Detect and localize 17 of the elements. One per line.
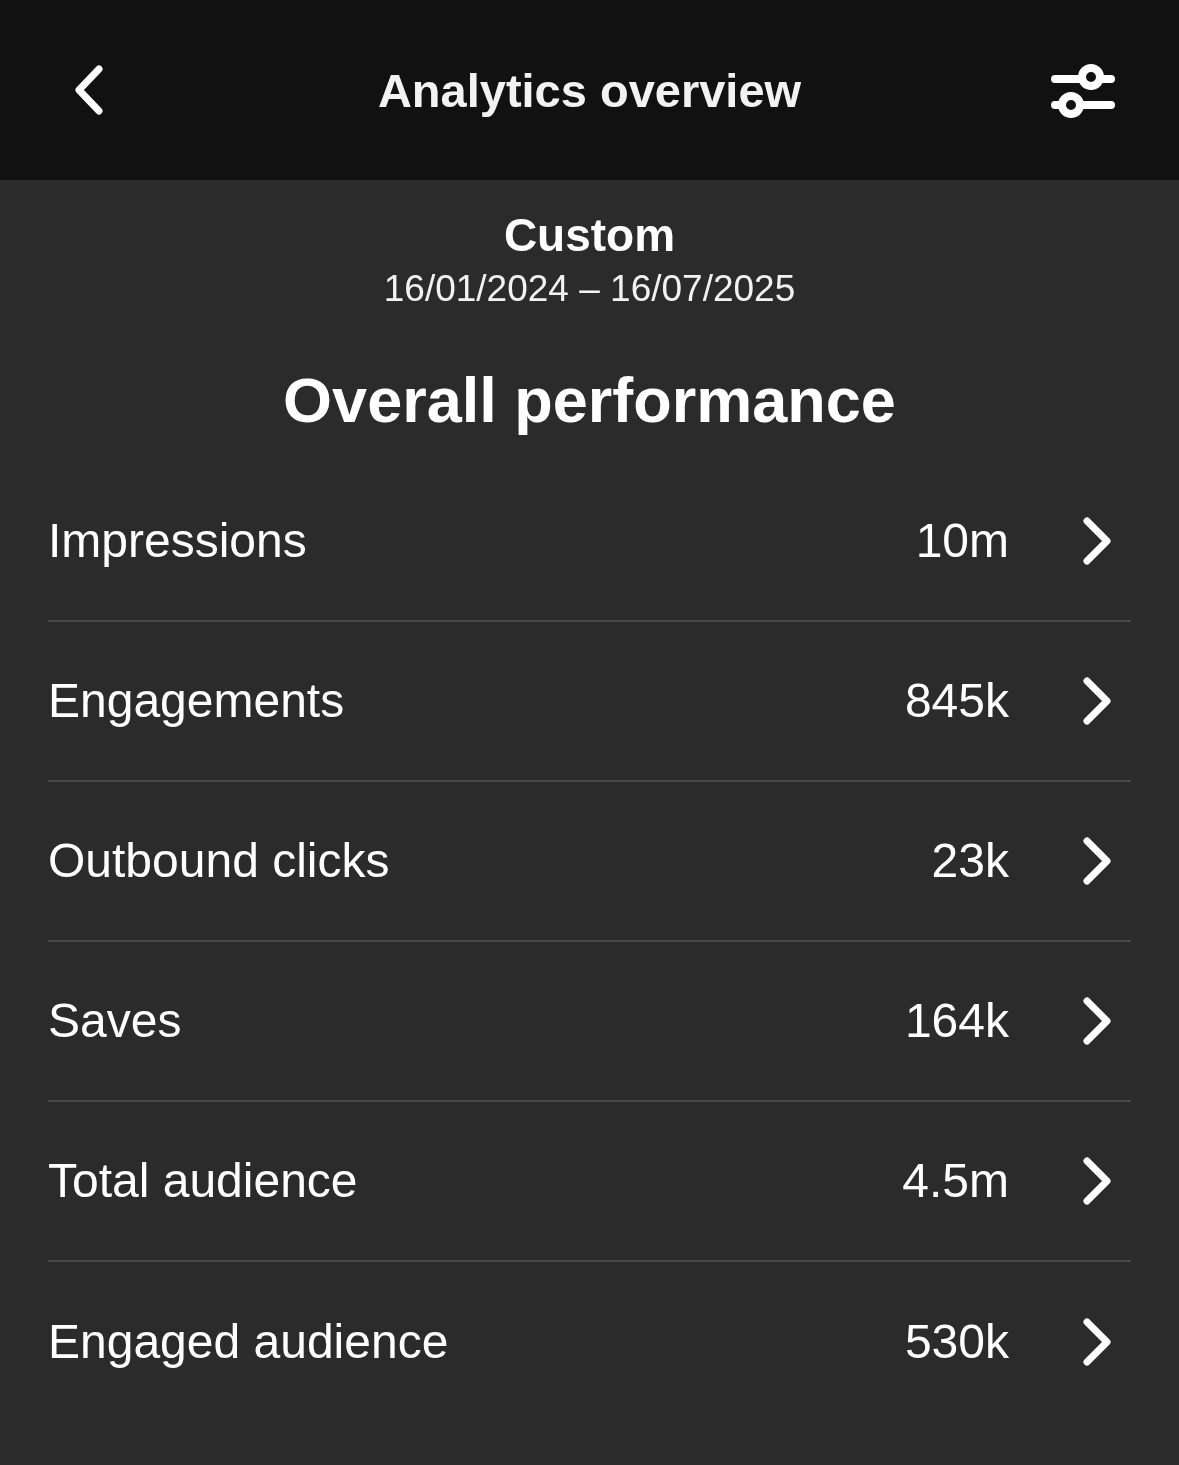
metric-value: 10m (915, 513, 1009, 569)
metric-value: 4.5m (902, 1153, 1009, 1209)
section-title: Overall performance (283, 364, 896, 437)
metric-value: 164k (904, 993, 1009, 1049)
metric-label: Saves (48, 993, 183, 1049)
range-label: Custom (503, 208, 676, 262)
metric-label: Engagements (48, 673, 346, 729)
date-range: 16/01/2024 – 16/07/2025 (383, 267, 796, 311)
metric-label: Total audience (48, 1153, 359, 1209)
metric-label: Impressions (48, 513, 308, 569)
metric-value: 530k (904, 1314, 1009, 1370)
metric-label: Engaged audience (48, 1314, 450, 1370)
metric-label: Outbound clicks (48, 833, 391, 889)
screen-title: Analytics overview (377, 62, 802, 119)
settings-icon (1051, 62, 1115, 118)
metric-value: 23k (931, 833, 1009, 889)
metric-value: 845k (904, 673, 1009, 729)
